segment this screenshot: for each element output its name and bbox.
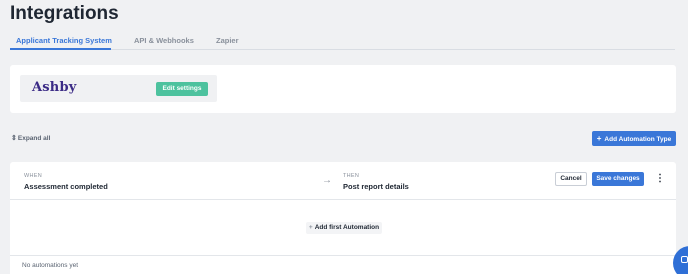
expand-icon: ⇕ [11, 135, 17, 142]
then-label: THEN [343, 173, 360, 179]
plus-icon: + [308, 224, 313, 231]
provider-panel: Ashby Edit settings [20, 75, 217, 102]
active-tab-indicator [10, 48, 111, 50]
expand-all-button[interactable]: ⇕Expand all [11, 134, 50, 142]
add-automation-type-label: Add Automation Type [604, 136, 672, 143]
tab-zapier[interactable]: Zapier [216, 36, 239, 45]
tab-applicant-tracking-system[interactable]: Applicant Tracking System [16, 36, 112, 45]
trigger-value: Assessment completed [24, 182, 108, 191]
action-value: Post report details [343, 182, 409, 191]
add-first-automation-label: Add first Automation [314, 224, 380, 231]
add-first-automation-button[interactable]: + Add first Automation [306, 222, 382, 234]
when-label: WHEN [24, 173, 43, 179]
arrow-right-icon: → [322, 175, 332, 186]
tab-api-webhooks[interactable]: API & Webhooks [134, 36, 194, 45]
integration-card: Ashby Edit settings [10, 65, 676, 113]
page-title: Integrations [10, 3, 119, 24]
chat-icon [681, 256, 688, 263]
add-automation-type-button[interactable]: + Add Automation Type [592, 131, 676, 146]
edit-settings-button[interactable]: Edit settings [156, 82, 208, 96]
empty-state-text: No automations yet [22, 262, 79, 269]
automation-card: WHEN Assessment completed → THEN Post re… [10, 162, 676, 274]
empty-state-row: No automations yet [10, 255, 676, 274]
plus-icon: + [596, 134, 602, 143]
more-vertical-icon[interactable]: ⋮ [655, 171, 665, 187]
automation-header: WHEN Assessment completed → THEN Post re… [10, 162, 676, 200]
provider-logo: Ashby [32, 80, 77, 95]
save-changes-button[interactable]: Save changes [592, 172, 644, 186]
tab-bar: Applicant Tracking System API & Webhooks… [10, 30, 675, 50]
expand-all-label: Expand all [17, 135, 51, 142]
cancel-button[interactable]: Cancel [555, 172, 587, 186]
